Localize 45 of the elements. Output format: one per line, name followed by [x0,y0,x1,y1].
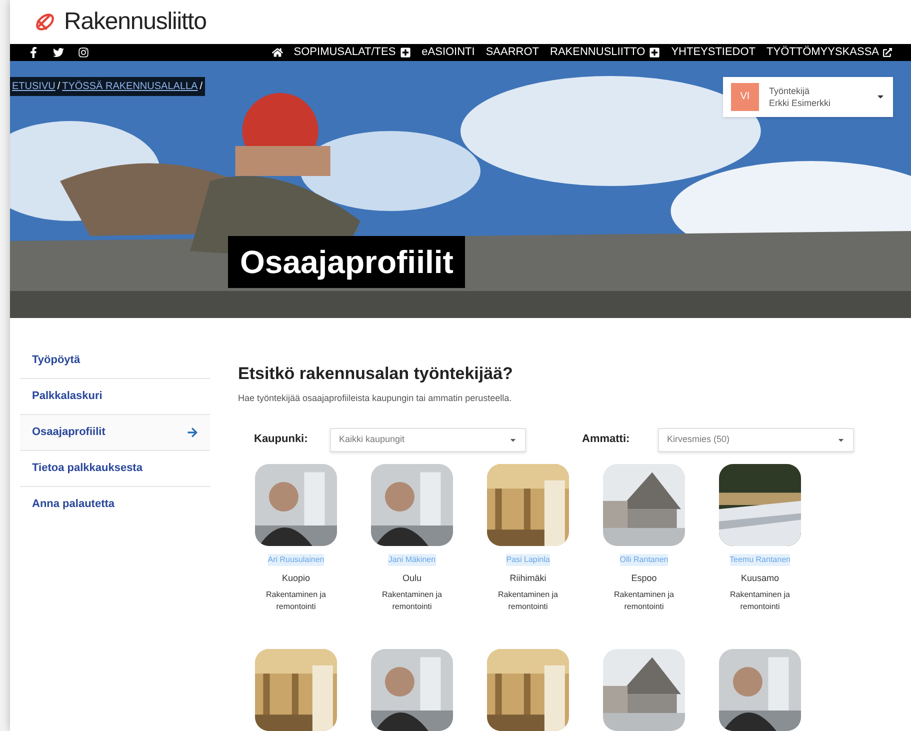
profile-city: Kuusamo [740,572,780,584]
breadcrumb-separator: / [200,80,203,94]
user-name: Erkki Esimerkki [769,96,831,108]
logo-icon [34,11,56,33]
section-heading: Etsitkö rakennusalan työntekijää? [238,362,514,384]
profile-field: Rakentaminen ja remontointi [602,589,686,613]
profile-field: Rakentaminen ja remontointi [254,589,338,613]
instagram-icon[interactable] [78,46,89,58]
nav-link[interactable]: eASIOINTI [422,44,475,60]
user-avatar: VI [731,82,759,110]
plus-icon [649,46,660,58]
home-icon[interactable] [272,46,283,58]
logo-text: Rakennusliitto [64,7,206,37]
profile-field: Rakentaminen ja remontointi [486,589,570,613]
intro-text: Hae työntekijää osaajaprofiileista kaupungin tai ammatin perusteella. [238,392,513,405]
facebook-icon[interactable] [28,46,39,58]
profile-city: Kuopio [282,572,310,585]
sidebar-item[interactable]: Osaajaprofiilit [20,414,210,450]
nav-link[interactable]: YHTEYSTIEDOT [671,44,756,60]
breadcrumb-link[interactable]: ETUSIVU [12,78,56,94]
page-title: Osaajaprofiilit [228,236,466,288]
nav-link[interactable]: SOPIMUSALAT/TES [294,44,411,60]
profile-field: Rakentaminen ja remontointi [370,589,454,613]
nav-link[interactable]: SAARROT [486,44,540,60]
filter-label: Kaupunki: [254,432,309,448]
profile-city: Riihimäki [510,572,546,584]
filter-label: Ammatti: [582,432,631,448]
sidebar-item[interactable]: Anna palautetta [20,486,210,522]
profile-field: Rakentaminen ja remontointi [718,589,802,613]
nav-link[interactable]: RAKENNUSLIITTO [550,44,660,60]
twitter-icon[interactable] [53,46,64,58]
select-field[interactable]: Kaikki kaupungit [330,428,526,452]
sidebar-item[interactable]: Työpöytä [20,342,210,378]
user-role: Työntekijä [769,84,810,96]
plus-icon [400,46,411,58]
profile-city: Espoo [631,572,657,585]
user-menu[interactable]: VI Työntekijä Erkki Esimerkki [723,76,893,116]
breadcrumb-separator: / [57,80,60,94]
nav-link[interactable]: TYÖTTÖMYYSKASSA [766,44,892,60]
external-link-icon [883,48,892,57]
sidebar-item[interactable]: Tietoa palkkauksesta [20,450,210,486]
breadcrumb-link[interactable]: TYÖSSÄ RAKENNUSALALLA [62,78,198,94]
profile-city: Oulu [402,572,422,584]
arrow-right-icon [187,426,198,438]
select-field[interactable]: Kirvesmies (50) [658,428,854,452]
